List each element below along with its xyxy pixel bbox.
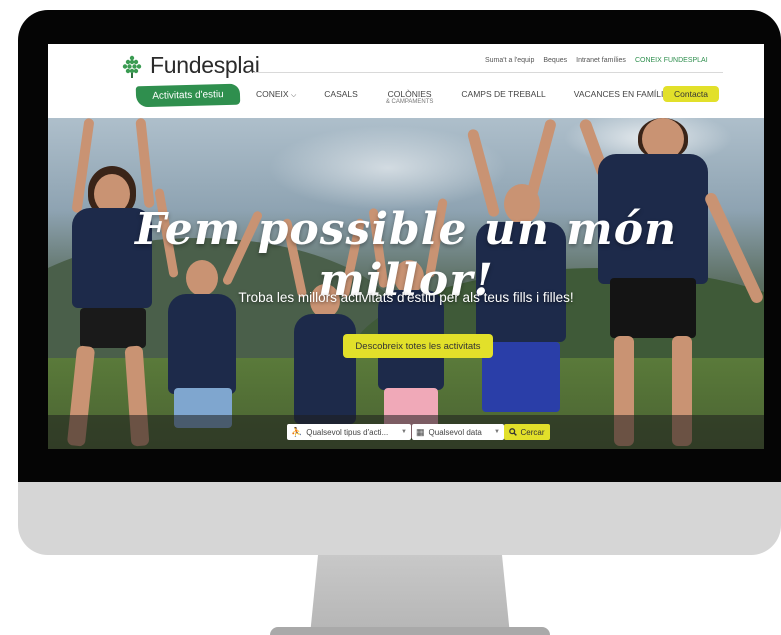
- nav-item-camps-de-treball[interactable]: CAMPS DE TREBALL: [461, 89, 545, 99]
- website-screen: Fundesplai Activitats d'estiu Suma't a l…: [48, 44, 764, 449]
- search-button-label: Cercar: [520, 427, 545, 437]
- logo-mark-icon: [122, 55, 142, 78]
- nav-item-vacances-en-familia[interactable]: VACANCES EN FAMÍLIA: [574, 89, 669, 99]
- nav-item-label: COLÒNIES: [387, 89, 432, 99]
- nav-item-sublabel: & CAMPAMENTS: [385, 99, 434, 105]
- site-header: Fundesplai Activitats d'estiu Suma't a l…: [48, 44, 764, 118]
- top-link-grants[interactable]: Beques: [543, 57, 567, 64]
- site-logo[interactable]: Fundesplai: [120, 52, 260, 79]
- top-links: Suma't a l'equip Beques Intranet famílie…: [485, 57, 708, 64]
- nav-item-colonies[interactable]: COLÒNIES & CAMPAMENTS: [386, 89, 434, 106]
- chevron-down-icon: ▼: [494, 429, 500, 435]
- hero-banner: Fem possible un món millor! Troba les mi…: [48, 118, 764, 449]
- nav-item-label: CASALS: [324, 89, 358, 99]
- nav-item-label: VACANCES EN FAMÍLIA: [573, 89, 670, 99]
- hero-subtitle: Troba les millors activitats d'estiu per…: [238, 290, 574, 305]
- nav-item-label: CAMPS DE TREBALL: [461, 89, 546, 99]
- monitor-stand: [310, 555, 510, 635]
- search-icon: [509, 428, 518, 436]
- date-value: Qualsevol data: [428, 427, 482, 437]
- nav-item-coneix[interactable]: CONEIX ⌵: [256, 89, 296, 101]
- monitor-chin: [18, 482, 781, 555]
- monitor-foot: [270, 627, 550, 635]
- discover-activities-button[interactable]: Descobreix totes les activitats: [343, 334, 493, 358]
- date-select[interactable]: ▦ Qualsevol data ▼: [412, 424, 504, 440]
- top-link-family-intranet[interactable]: Intranet famílies: [576, 57, 626, 64]
- header-divider: [253, 72, 723, 73]
- search-button[interactable]: Cercar: [504, 424, 550, 440]
- logo-text: Fundesplai: [150, 52, 260, 78]
- main-nav: CONEIX ⌵ CASALS COLÒNIES & CAMPAMENTS CA…: [256, 89, 697, 106]
- chevron-down-icon: ⌵: [290, 92, 297, 99]
- top-link-about-fundesplai[interactable]: CONEIX FUNDESPLAI: [635, 57, 708, 64]
- nav-item-casals[interactable]: CASALS: [324, 89, 358, 99]
- top-link-join-team[interactable]: Suma't a l'equip: [485, 57, 534, 64]
- contact-button[interactable]: Contacta: [663, 86, 719, 102]
- people-icon: ⛹: [291, 426, 303, 437]
- activity-type-select[interactable]: ⛹ Qualsevol tipus d'acti... ▼: [287, 424, 411, 440]
- activities-tag[interactable]: Activitats d'estiu: [135, 83, 241, 108]
- activity-type-value: Qualsevol tipus d'acti...: [306, 427, 389, 437]
- nav-item-label: CONEIX: [256, 89, 289, 99]
- chevron-down-icon: ▼: [401, 429, 407, 435]
- calendar-icon: ▦: [416, 426, 425, 437]
